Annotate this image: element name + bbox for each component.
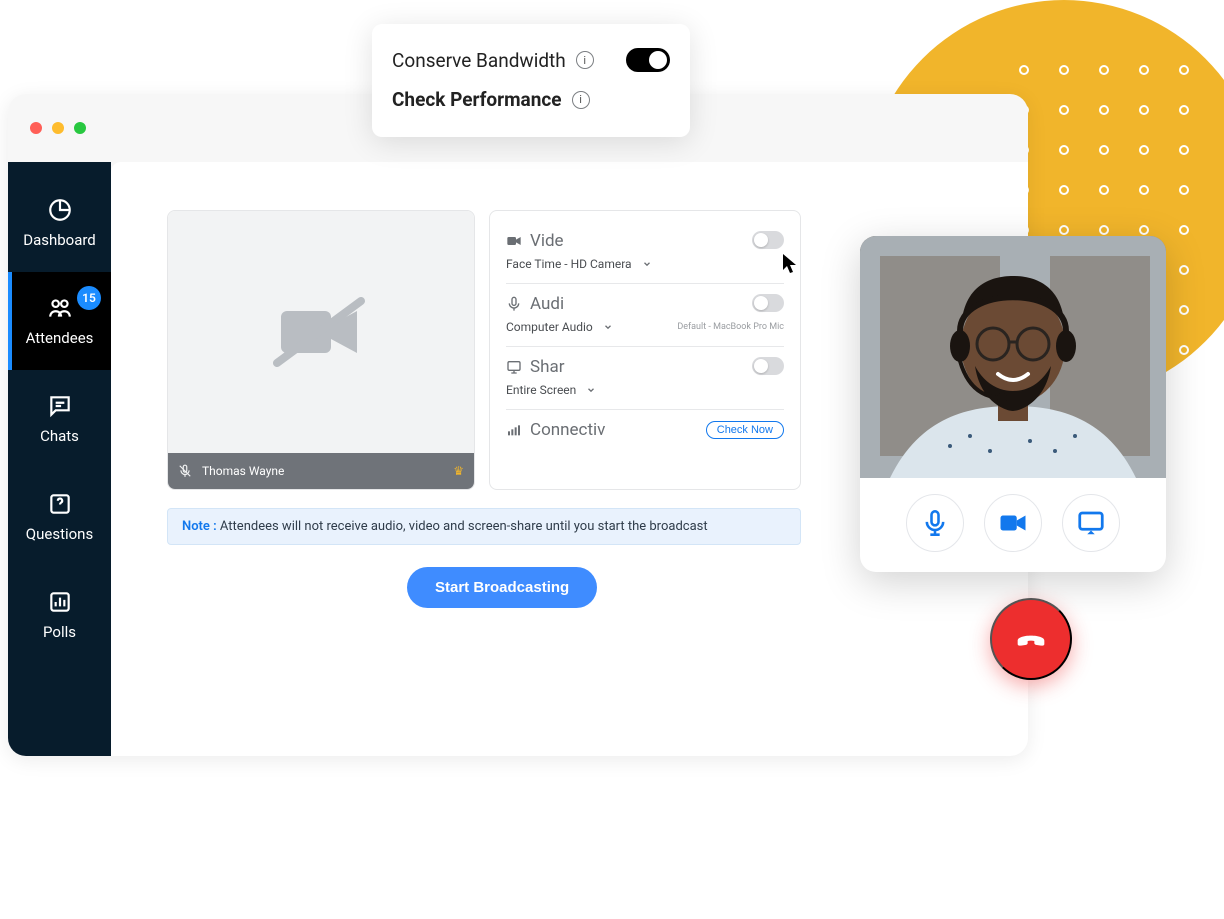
video-icon [506,233,522,249]
chevron-down-icon [642,259,652,269]
host-crown-icon: ♛ [453,464,464,478]
sidebar-item-chats[interactable]: Chats [8,370,111,468]
start-broadcasting-button[interactable]: Start Broadcasting [407,567,597,608]
screen-share-icon [1076,508,1106,538]
camera-off-icon [273,297,369,367]
broadcast-settings-card: Vide Face Time - HD Camera Audi [489,210,801,490]
share-source-dropdown[interactable]: Entire Screen [506,383,784,397]
video-preview-card: Thomas Wayne ♛ [167,210,475,490]
participant-video-illustration [860,236,1166,478]
conserve-bandwidth-toggle[interactable] [626,48,670,72]
share-source-value: Entire Screen [506,383,576,397]
camera-icon [998,508,1028,538]
sidebar-item-label: Chats [40,427,79,445]
video-preview-placeholder [168,211,474,453]
sidebar-item-label: Attendees [26,329,94,347]
sidebar-item-label: Dashboard [23,231,96,249]
share-setting-row: Shar Entire Screen [506,347,784,410]
questions-icon [47,491,73,517]
polls-icon [47,589,73,615]
sidebar: Dashboard 15 Attendees Chats Questions P… [8,162,111,756]
check-performance-label: Check Performance [392,88,562,111]
conserve-bandwidth-label: Conserve Bandwidth [392,49,566,72]
audio-hint: Default - MacBook Pro Mic [677,322,784,332]
connectivity-label: Connectiv [530,420,605,440]
window-minimize-button[interactable] [52,122,64,134]
conserve-bandwidth-row: Conserve Bandwidth i [392,40,670,80]
audio-setting-row: Audi Computer Audio Default - MacBook Pr… [506,284,784,347]
mic-button[interactable] [906,494,964,552]
video-label: Vide [530,231,564,251]
share-icon [506,359,522,375]
connectivity-icon [506,422,522,438]
info-icon[interactable]: i [576,51,594,69]
broadcast-note: Note : Attendees will not receive audio,… [167,508,801,545]
audio-label: Audi [530,294,564,314]
camera-button[interactable] [984,494,1042,552]
video-thumbnail-card [860,236,1166,572]
video-source-dropdown[interactable]: Face Time - HD Camera [506,257,784,271]
sidebar-item-label: Polls [43,623,76,641]
window-maximize-button[interactable] [74,122,86,134]
chats-icon [47,393,73,419]
bandwidth-popover: Conserve Bandwidth i Check Performance i [372,24,690,137]
check-now-button[interactable]: Check Now [706,421,784,439]
audio-toggle[interactable] [752,294,784,312]
hangup-icon [1011,619,1051,659]
info-icon[interactable]: i [572,91,590,109]
audio-icon [506,296,522,312]
hangup-button[interactable] [990,598,1072,680]
attendees-badge: 15 [77,286,101,310]
sidebar-item-questions[interactable]: Questions [8,468,111,566]
mic-muted-icon [178,464,192,478]
participant-name: Thomas Wayne [202,464,284,478]
share-toggle[interactable] [752,357,784,375]
sidebar-item-label: Questions [26,525,93,543]
sidebar-item-polls[interactable]: Polls [8,566,111,664]
note-label: Note : [182,519,217,534]
video-thumbnail-controls [860,478,1166,572]
video-toggle[interactable] [752,231,784,249]
attendees-icon [47,295,73,321]
note-text: Attendees will not receive audio, video … [217,519,708,534]
connectivity-setting-row: Connectiv Check Now [506,410,784,444]
sidebar-item-dashboard[interactable]: Dashboard [8,174,111,272]
video-setting-row: Vide Face Time - HD Camera [506,221,784,284]
video-preview-footer: Thomas Wayne ♛ [168,453,474,489]
mic-icon [921,509,949,537]
dashboard-icon [47,197,73,223]
screen-share-button[interactable] [1062,494,1120,552]
sidebar-item-attendees[interactable]: 15 Attendees [8,272,111,370]
check-performance-row[interactable]: Check Performance i [392,80,670,119]
audio-source-value: Computer Audio [506,320,593,334]
participant-video-feed [860,236,1166,478]
share-label: Shar [530,357,564,377]
audio-source-dropdown[interactable]: Computer Audio Default - MacBook Pro Mic [506,320,784,334]
chevron-down-icon [586,385,596,395]
window-close-button[interactable] [30,122,42,134]
chevron-down-icon [603,322,613,332]
video-source-value: Face Time - HD Camera [506,257,632,271]
